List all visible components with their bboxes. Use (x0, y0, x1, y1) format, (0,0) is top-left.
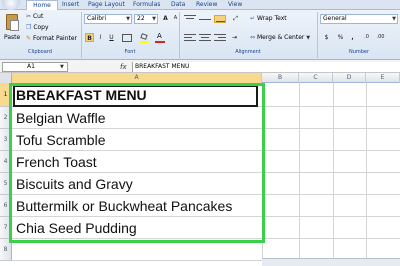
chevron-down-icon: ▼ (152, 16, 156, 22)
fill-color-button[interactable] (139, 33, 149, 43)
line (184, 34, 196, 35)
font-color-glyph: A (157, 32, 162, 40)
decrease-decimal-icon[interactable]: .00 (376, 33, 385, 42)
line (199, 40, 211, 41)
cut-button[interactable]: ✂ Cut (26, 13, 43, 21)
cut-label: Cut (32, 13, 44, 20)
percent-button[interactable]: % (336, 33, 345, 42)
line (184, 15, 196, 16)
tab-data[interactable]: Data (171, 0, 185, 10)
fx-icon[interactable]: fx (120, 62, 127, 72)
line (214, 40, 226, 41)
line (199, 34, 211, 35)
paste-button[interactable]: Paste (2, 12, 22, 46)
tab-view[interactable]: View (228, 0, 242, 10)
copy-button[interactable]: ❐ Copy (26, 24, 49, 32)
tab-home[interactable]: Home (26, 0, 58, 10)
merge-center-label: Merge & Center (256, 34, 305, 41)
number-format-combo[interactable]: General ▼ (320, 14, 398, 24)
copy-label: Copy (33, 24, 49, 31)
format-painter-label: Format Painter (32, 35, 78, 42)
paintbrush-icon: ✎ (26, 35, 32, 42)
wrap-text-label: Wrap Text (256, 15, 287, 22)
number-format-value: General (323, 15, 347, 22)
align-right-icon[interactable] (214, 33, 226, 42)
paint-bucket-icon (140, 33, 148, 40)
line (199, 19, 211, 20)
align-top-icon[interactable] (184, 15, 196, 23)
name-box[interactable]: A1 (2, 62, 68, 72)
align-middle-icon[interactable] (199, 15, 211, 23)
font-size-value: 22 (137, 15, 145, 22)
borders-icon[interactable] (122, 34, 132, 42)
chevron-down-icon: ▼ (306, 35, 311, 41)
chevron-down-icon: ▼ (392, 16, 396, 22)
font-name-combo[interactable]: Calibri ▼ (84, 14, 132, 24)
wrap-text-button[interactable]: ↵ Wrap Text (250, 15, 287, 23)
tab-review[interactable]: Review (196, 0, 217, 10)
merge-icon: ⇔ (250, 34, 256, 41)
wrap-text-icon: ↵ (250, 15, 256, 22)
line (214, 34, 226, 35)
horizontal-scrollbar[interactable] (262, 258, 400, 266)
font-group-label: Font (124, 49, 136, 55)
font-name-value: Calibri (87, 15, 107, 22)
column-header-c[interactable]: C (299, 73, 333, 83)
comma-button[interactable]: , (348, 33, 357, 42)
column-header-b[interactable]: B (262, 73, 299, 83)
tab-insert[interactable]: Insert (62, 0, 79, 10)
chevron-down-icon[interactable]: ▼ (60, 62, 64, 72)
line (186, 18, 194, 19)
font-size-combo[interactable]: 22 ▼ (134, 14, 158, 24)
fill-color-bar (139, 41, 149, 43)
increase-decimal-icon[interactable]: .0 (362, 33, 371, 42)
bold-button[interactable]: B (85, 33, 94, 42)
tab-page-layout[interactable]: Page Layout (88, 0, 125, 10)
tab-formulas[interactable]: Formulas (133, 0, 160, 10)
paste-icon-sheet (10, 20, 19, 31)
currency-button[interactable]: $ (322, 33, 331, 42)
line (201, 37, 209, 38)
highlight-frame (9, 83, 265, 243)
number-group-label: Number (348, 49, 370, 55)
chevron-down-icon: ▼ (126, 16, 130, 22)
line (216, 21, 225, 22)
line (218, 37, 226, 38)
grow-font-button[interactable]: A (161, 14, 170, 23)
line (184, 40, 196, 41)
font-color-bar (155, 41, 165, 43)
column-header-e[interactable]: E (366, 73, 400, 83)
scissors-icon: ✂ (26, 13, 32, 20)
indent-icon[interactable]: ⇥ (230, 33, 239, 42)
paste-label: Paste (4, 34, 21, 41)
align-left-icon[interactable] (184, 33, 196, 42)
italic-button[interactable]: I (96, 33, 105, 42)
font-color-button[interactable]: A (155, 33, 165, 43)
align-center-icon[interactable] (199, 33, 211, 42)
orientation-icon[interactable]: ⤢ (231, 14, 240, 23)
clipboard-group-label: Clipboard (28, 49, 52, 55)
select-all-corner[interactable] (0, 73, 12, 83)
format-painter-button[interactable]: ✎ Format Painter (26, 35, 77, 43)
alignment-group-label: Alignment (235, 49, 261, 55)
column-header-a[interactable]: A (12, 73, 262, 83)
copy-icon: ❐ (26, 24, 32, 31)
line (184, 37, 192, 38)
align-bottom-icon[interactable] (214, 15, 226, 23)
column-header-d[interactable]: D (333, 73, 366, 83)
merge-center-button[interactable]: ⇔ Merge & Center ▼ (250, 34, 310, 42)
underline-button[interactable]: U (107, 33, 116, 42)
formula-input[interactable]: BREAKFAST MENU (132, 62, 400, 72)
